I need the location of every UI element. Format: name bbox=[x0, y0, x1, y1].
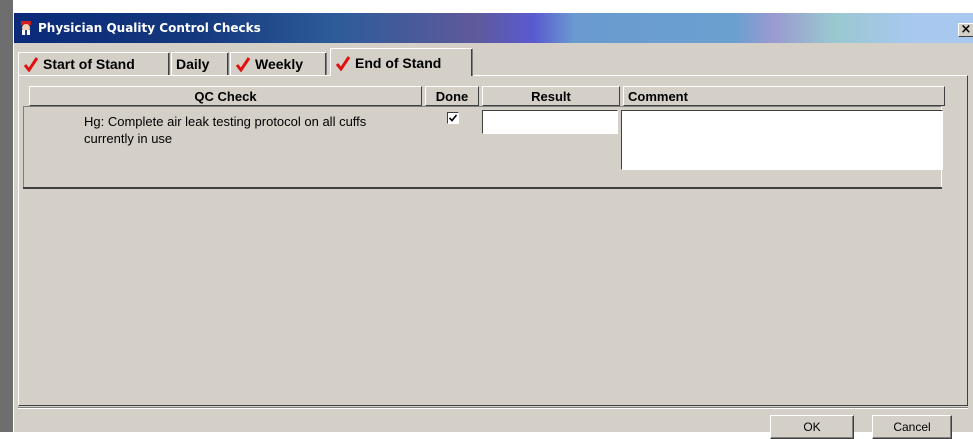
row-divider bbox=[23, 187, 942, 189]
checkmark-icon bbox=[449, 114, 457, 122]
tab-end-of-stand[interactable]: End of Stand bbox=[330, 48, 473, 76]
footer-divider bbox=[18, 407, 968, 409]
window-title: Physician Quality Control Checks bbox=[38, 21, 261, 35]
tab-label: Weekly bbox=[255, 56, 303, 72]
comment-input[interactable] bbox=[621, 110, 943, 170]
red-check-icon bbox=[235, 57, 251, 72]
header-done[interactable]: Done bbox=[425, 86, 479, 106]
tab-panel: QC Check Done Result Comment Hg: Complet… bbox=[18, 75, 968, 406]
desktop-left bbox=[0, 0, 13, 432]
header-result[interactable]: Result bbox=[482, 86, 620, 106]
close-icon[interactable]: × bbox=[958, 23, 973, 37]
physician-icon bbox=[21, 21, 31, 35]
desktop-top bbox=[0, 0, 973, 13]
tab-weekly[interactable]: Weekly bbox=[230, 52, 327, 75]
qc-check-text: Hg: Complete air leak testing protocol o… bbox=[84, 114, 367, 146]
title-bar[interactable]: Physician Quality Control Checks × bbox=[14, 13, 973, 43]
tab-label: Start of Stand bbox=[43, 56, 135, 72]
cancel-button[interactable]: Cancel bbox=[872, 415, 952, 439]
tab-label: Daily bbox=[176, 56, 210, 72]
done-checkbox[interactable] bbox=[447, 112, 459, 124]
qc-dialog: Physician Quality Control Checks × Start… bbox=[13, 13, 973, 439]
header-comment[interactable]: Comment bbox=[623, 86, 945, 106]
table-row: Hg: Complete air leak testing protocol o… bbox=[23, 106, 943, 188]
red-check-icon bbox=[335, 55, 351, 71]
header-qc-check[interactable]: QC Check bbox=[29, 86, 422, 106]
result-input[interactable] bbox=[482, 110, 618, 134]
red-check-icon bbox=[23, 57, 39, 72]
tab-label: End of Stand bbox=[355, 54, 442, 71]
ok-button[interactable]: OK bbox=[770, 415, 854, 439]
tab-daily[interactable]: Daily bbox=[171, 52, 229, 75]
tab-start-of-stand[interactable]: Start of Stand bbox=[18, 52, 170, 75]
